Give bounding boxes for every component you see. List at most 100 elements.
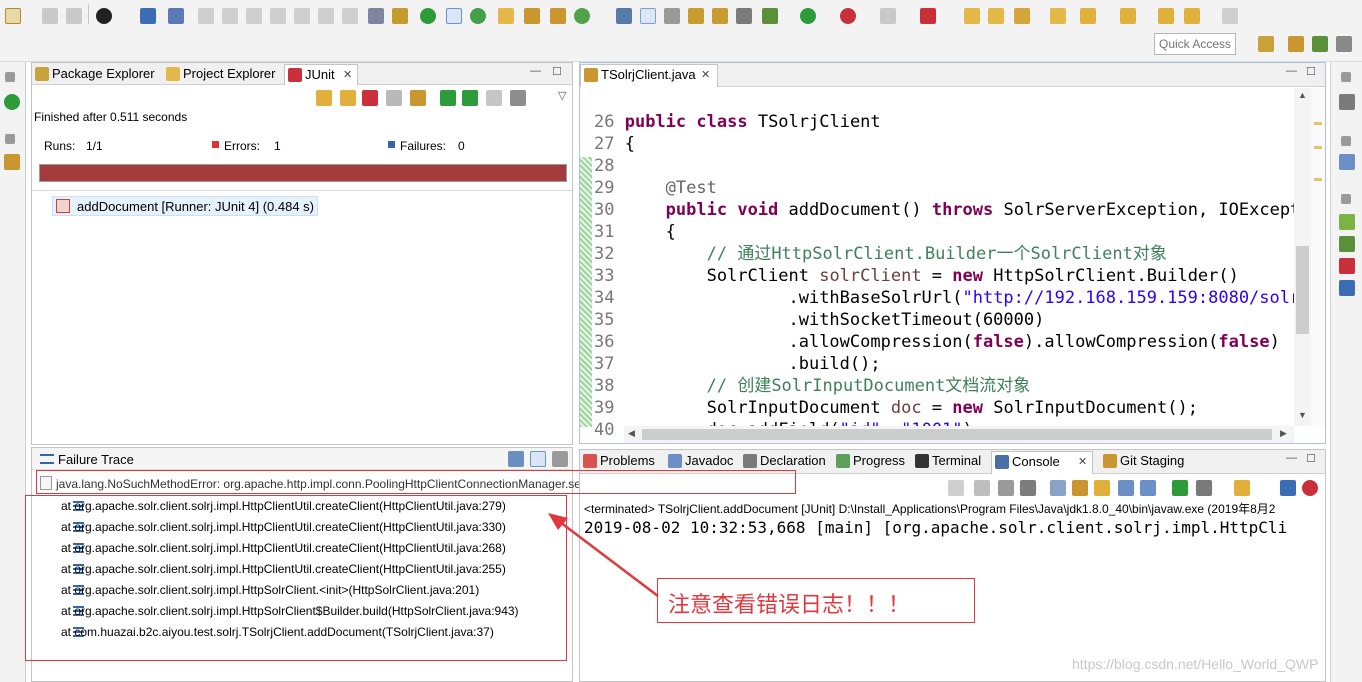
minimize-icon[interactable]: — — [1286, 65, 1297, 77]
debug-view-icon[interactable] — [1339, 236, 1355, 252]
tab-progress[interactable]: Progress — [833, 451, 911, 472]
terminate-icon[interactable] — [246, 8, 262, 24]
scroll-down-icon[interactable]: ▼ — [1298, 410, 1307, 420]
tab-junit[interactable]: JUnit ✕ — [284, 64, 358, 85]
next-annotation-icon[interactable] — [688, 8, 704, 24]
open-project-icon[interactable] — [988, 8, 1004, 24]
show-stdout-icon[interactable] — [1118, 480, 1134, 496]
rerun-failed-first-icon[interactable] — [462, 90, 478, 106]
outline-icon[interactable] — [1339, 154, 1355, 170]
forward-arrow-icon[interactable] — [1222, 8, 1238, 24]
scroll-left-icon[interactable]: ◀ — [628, 428, 635, 439]
prev-annotation-icon[interactable] — [712, 8, 728, 24]
next-edit-icon[interactable] — [1080, 8, 1096, 24]
restore-right-icon[interactable] — [1341, 72, 1351, 82]
code-area[interactable]: 26 public class TSolrjClient 27 { 28 29 … — [594, 89, 1311, 441]
tab-project-explorer[interactable]: Project Explorer — [163, 64, 283, 85]
tab-editor-file[interactable]: TSolrjClient.java ✕ — [580, 64, 718, 87]
suspend-icon[interactable] — [222, 8, 238, 24]
new-class-icon[interactable] — [550, 8, 566, 24]
text-icon[interactable] — [1339, 280, 1355, 296]
task-list-icon[interactable] — [1339, 94, 1355, 110]
profile-icon[interactable] — [96, 8, 112, 24]
java-perspective-icon[interactable] — [1288, 36, 1304, 52]
close-icon[interactable]: ✕ — [343, 65, 352, 85]
folder-icon[interactable] — [498, 8, 514, 24]
spring-icon[interactable] — [1339, 214, 1355, 230]
tab-javadoc[interactable]: Javadoc — [665, 451, 739, 472]
skip-breakpoints-icon[interactable] — [168, 8, 184, 24]
restore-right-icon-2[interactable] — [1341, 136, 1351, 146]
quick-access-input[interactable] — [1154, 33, 1236, 55]
minimize-icon[interactable]: — — [530, 65, 541, 77]
compare-icon[interactable] — [508, 451, 524, 467]
tab-console[interactable]: Console ✕ — [991, 451, 1093, 474]
vertical-scrollbar[interactable]: ▲ ▼ — [1294, 88, 1311, 426]
console-stop-icon[interactable] — [974, 480, 990, 496]
step-over-icon[interactable] — [294, 8, 310, 24]
display-console-icon[interactable] — [1196, 480, 1212, 496]
filter-stack-icon[interactable] — [530, 451, 546, 467]
console-menu-icon[interactable] — [1280, 480, 1296, 496]
annotation-icon[interactable] — [664, 8, 680, 24]
tab-git-staging[interactable]: Git Staging — [1100, 451, 1190, 472]
scroll-thumb[interactable] — [642, 429, 1272, 440]
tab-problems[interactable]: Problems — [580, 451, 664, 472]
terminal-icon[interactable] — [140, 8, 156, 24]
pin-console-icon[interactable] — [1172, 480, 1188, 496]
scroll-thumb[interactable] — [1296, 246, 1309, 334]
open-type-icon[interactable] — [392, 8, 408, 24]
open-perspective-icon[interactable] — [1258, 36, 1274, 52]
git-icon-left[interactable] — [4, 154, 20, 170]
rerun-failed-icon[interactable] — [440, 90, 456, 106]
server-icon[interactable] — [920, 8, 936, 24]
copy-trace-icon[interactable] — [552, 451, 568, 467]
scroll-lock-console-icon[interactable] — [1072, 480, 1088, 496]
team-perspective-icon[interactable] — [1336, 36, 1352, 52]
refresh-icon[interactable] — [470, 8, 486, 24]
console-remove-icon[interactable] — [998, 480, 1014, 496]
git-icon[interactable] — [1014, 8, 1030, 24]
run-button-icon[interactable] — [800, 8, 816, 24]
save-icon[interactable] — [42, 8, 58, 24]
console-relaunch-icon[interactable] — [948, 480, 964, 496]
save-all-icon[interactable] — [66, 8, 82, 24]
show-whitespace-icon[interactable] — [736, 8, 752, 24]
console-output[interactable]: 2019-08-02 10:32:53,668 [main] [org.apac… — [584, 518, 1324, 537]
run-icon-left[interactable] — [4, 94, 20, 110]
junit-view-icon[interactable] — [1339, 258, 1355, 274]
scroll-right-icon[interactable]: ▶ — [1280, 428, 1287, 439]
prev-failure-icon[interactable] — [340, 90, 356, 106]
toggle-mark-icon[interactable] — [446, 8, 462, 24]
tab-declaration[interactable]: Declaration — [740, 451, 832, 472]
maximize-icon[interactable]: ☐ — [552, 65, 562, 78]
view-menu-icon[interactable]: ▽ — [558, 89, 566, 102]
horizontal-scrollbar[interactable]: ◀ ▶ — [624, 426, 1294, 443]
external-tools-icon[interactable] — [880, 8, 896, 24]
resume-icon[interactable] — [198, 8, 214, 24]
highlight-icon[interactable] — [640, 8, 656, 24]
search-icon[interactable] — [616, 8, 632, 24]
clear-console-icon[interactable] — [1050, 480, 1066, 496]
minimize-icon[interactable]: — — [1286, 452, 1297, 464]
restore-icon-2[interactable] — [5, 134, 15, 144]
new-interface-icon[interactable] — [574, 8, 590, 24]
step-return-icon[interactable] — [318, 8, 334, 24]
word-wrap-icon[interactable] — [1094, 480, 1110, 496]
run-icon[interactable] — [420, 8, 436, 24]
new-icon[interactable] — [5, 8, 21, 24]
stop-icon[interactable] — [486, 90, 502, 106]
git-repo-icon[interactable] — [1050, 8, 1066, 24]
maximize-icon[interactable]: ☐ — [1306, 452, 1316, 465]
last-edit-icon[interactable] — [1120, 8, 1136, 24]
scroll-lock-icon[interactable] — [386, 90, 402, 106]
back-arrow-icon[interactable] — [1184, 8, 1200, 24]
scroll-up-icon[interactable]: ▲ — [1298, 90, 1307, 100]
open-folder-icon[interactable] — [964, 8, 980, 24]
drop-frame-icon[interactable] — [342, 8, 358, 24]
open-task-icon[interactable] — [368, 8, 384, 24]
new-package-icon[interactable] — [524, 8, 540, 24]
open-console-icon[interactable] — [1234, 480, 1250, 496]
console-view-icon[interactable] — [1302, 480, 1318, 496]
maximize-icon[interactable]: ☐ — [1306, 65, 1316, 78]
